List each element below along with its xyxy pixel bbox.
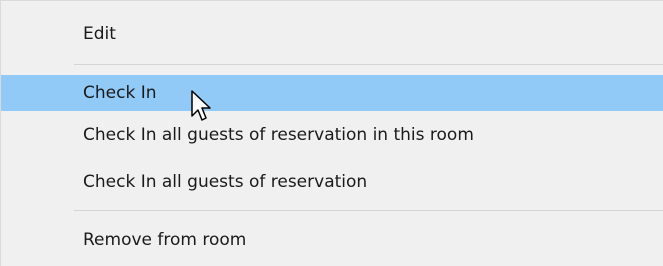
menu-separator — [74, 64, 663, 65]
menu-top-border — [0, 0, 663, 1]
menu-separator — [74, 210, 663, 211]
menu-item-edit[interactable]: Edit — [1, 16, 663, 52]
menu-item-label: Edit — [83, 24, 116, 44]
context-menu: Edit Check In Check In all guests of res… — [0, 0, 663, 266]
menu-item-label: Check In all guests of reservation in th… — [83, 125, 474, 145]
menu-item-label: Check In all guests of reservation — [83, 172, 368, 192]
menu-item-label: Remove from room — [83, 230, 247, 250]
menu-item-check-in-all-guests[interactable]: Check In all guests of reservation — [1, 164, 663, 200]
menu-item-check-in[interactable]: Check In — [1, 75, 663, 111]
menu-item-remove-from-room[interactable]: Remove from room — [1, 222, 663, 258]
mouse-pointer-icon — [191, 90, 211, 121]
menu-item-check-in-all-guests-room[interactable]: Check In all guests of reservation in th… — [1, 117, 663, 153]
menu-item-label: Check In — [83, 83, 157, 103]
